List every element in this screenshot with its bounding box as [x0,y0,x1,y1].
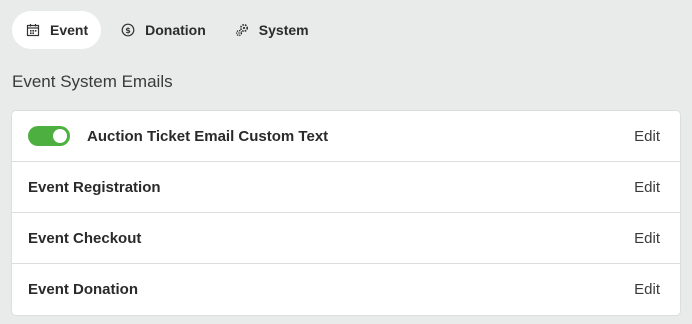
email-label: Event Checkout [28,229,142,247]
tab-event-label: Event [50,22,89,38]
dollar-circle-icon: $ [121,23,135,37]
email-row-event-donation: Event Donation Edit [12,264,680,315]
tab-bar: Event $ Donation System [12,11,322,49]
gears-icon [235,23,249,37]
tab-event[interactable]: Event [12,11,102,49]
auction-ticket-toggle[interactable] [28,126,70,146]
edit-link[interactable]: Edit [634,179,660,196]
edit-link[interactable]: Edit [634,230,660,247]
edit-link[interactable]: Edit [634,128,660,145]
email-row-event-registration: Event Registration Edit [12,162,680,213]
email-label: Event Donation [28,281,139,298]
tab-system-label: System [258,22,309,38]
email-row-event-checkout: Event Checkout Edit [12,213,680,264]
email-row-auction-ticket: Auction Ticket Email Custom Text Edit [12,111,680,162]
toggle-knob [53,129,67,143]
calendar-icon [26,23,40,37]
tab-system[interactable]: System [221,11,322,49]
tab-donation[interactable]: $ Donation [107,11,219,49]
email-label: Auction Ticket Email Custom Text [87,127,329,145]
edit-link[interactable]: Edit [634,281,660,298]
tab-donation-label: Donation [145,22,206,38]
svg-text:$: $ [125,26,131,35]
email-label: Event Registration [28,178,161,196]
email-list: Auction Ticket Email Custom Text Edit Ev… [12,111,680,315]
section-title: Event System Emails [12,72,173,91]
